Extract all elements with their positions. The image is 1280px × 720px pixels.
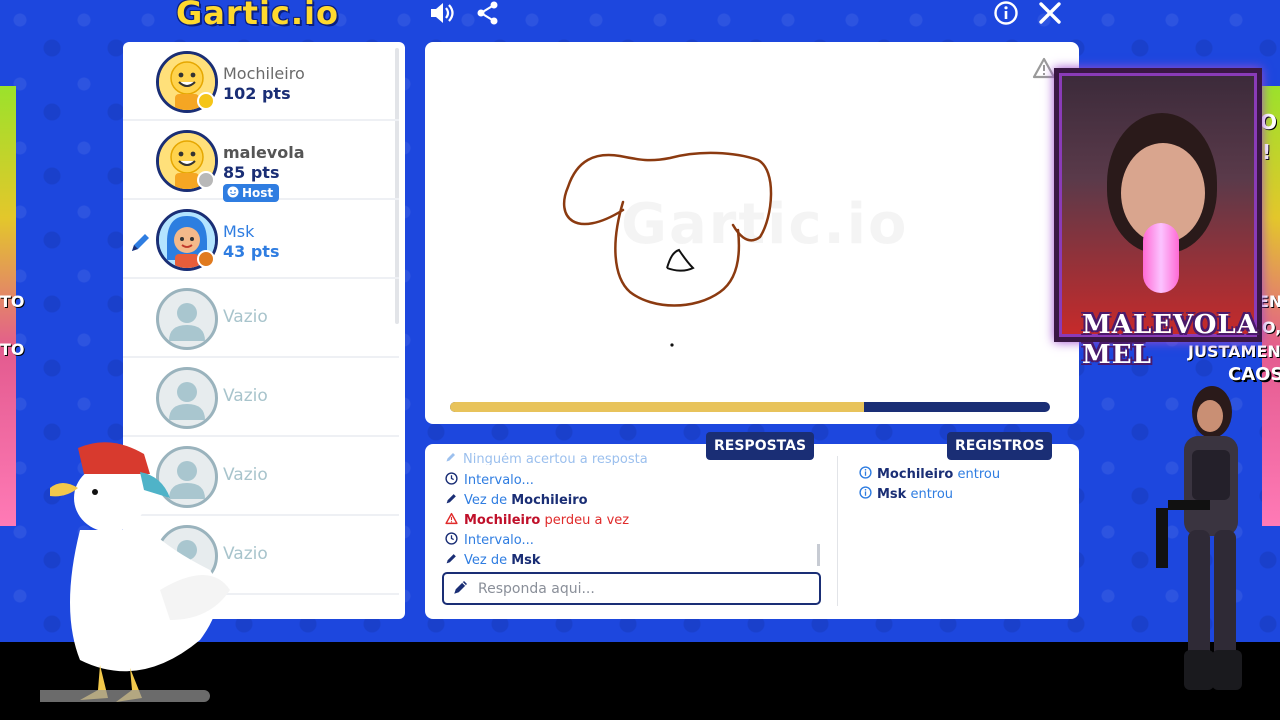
info-icon bbox=[859, 466, 872, 483]
left-promo-text-1: TO bbox=[0, 292, 25, 311]
pencil-icon bbox=[452, 578, 470, 600]
pencil-icon bbox=[445, 492, 458, 509]
answers-scrollbar[interactable] bbox=[817, 544, 820, 566]
turn-timer-fill bbox=[450, 402, 864, 412]
dog-drawing bbox=[562, 151, 773, 347]
log-line: Mochileiro entrou bbox=[859, 466, 1000, 483]
empty-slot: Vazio bbox=[123, 279, 399, 358]
clock-icon bbox=[445, 472, 458, 489]
drawing-pencil-icon bbox=[129, 230, 153, 258]
webcam-name-label: MALEVOLA MEL bbox=[1082, 310, 1258, 370]
answer-line: Mochileiro perdeu a vez bbox=[445, 512, 629, 529]
answer-line: Ninguém acertou a resposta bbox=[445, 453, 648, 465]
player-row[interactable]: Msk 43 pts bbox=[123, 200, 399, 279]
answer-line: Vez de Mochileiro bbox=[445, 492, 588, 509]
answer-text: Ninguém acertou a resposta bbox=[463, 453, 648, 465]
answer-text: Vez de bbox=[464, 553, 512, 568]
answer-text: Intervalo... bbox=[464, 473, 534, 488]
answer-line: Vez de Msk bbox=[445, 552, 541, 569]
info-icon bbox=[859, 486, 872, 503]
right-promo-text-top-1: O bbox=[1260, 110, 1278, 134]
gartic-logo: Gartic.io bbox=[176, 0, 339, 32]
close-icon[interactable] bbox=[1036, 0, 1064, 26]
host-face-icon bbox=[227, 186, 239, 201]
clock-icon bbox=[445, 532, 458, 549]
empty-slot: Vazio bbox=[123, 358, 399, 437]
answer-line: Intervalo... bbox=[445, 532, 534, 549]
empty-slot-label: Vazio bbox=[223, 386, 268, 406]
answer-player-name: Mochileiro bbox=[464, 513, 541, 528]
faded-pencil-icon bbox=[445, 453, 457, 465]
answer-line: Intervalo... bbox=[445, 472, 534, 489]
answer-text: Vez de bbox=[464, 493, 512, 508]
log-line: Msk entrou bbox=[859, 486, 953, 503]
answer-player-name: Mochileiro bbox=[511, 493, 588, 508]
drawing-canvas[interactable]: Gartic.io bbox=[425, 42, 1079, 424]
player-name: Mochileiro bbox=[223, 64, 305, 83]
answer-text: Intervalo... bbox=[464, 533, 534, 548]
left-promo-text-2: TO bbox=[0, 340, 25, 359]
player-name: malevola bbox=[223, 143, 305, 162]
right-promo-text-top-2: ! bbox=[1262, 140, 1272, 164]
log-player-name: Mochileiro bbox=[877, 467, 954, 482]
player-points: 102 pts bbox=[223, 84, 291, 103]
player-points: 85 pts bbox=[223, 163, 280, 182]
pencil-icon bbox=[445, 552, 458, 569]
sound-icon[interactable] bbox=[428, 0, 456, 26]
log-text: entrou bbox=[906, 487, 954, 502]
streamer-webcam bbox=[1054, 68, 1262, 342]
logs-heading: REGISTROS bbox=[947, 432, 1053, 460]
warning-icon bbox=[445, 512, 458, 529]
turn-timer-bar bbox=[450, 402, 1050, 412]
answer-input[interactable] bbox=[478, 580, 798, 597]
status-dot bbox=[197, 250, 215, 268]
character-overlay bbox=[1156, 386, 1242, 690]
answers-heading: RESPOSTAS bbox=[706, 432, 815, 460]
info-icon[interactable] bbox=[992, 0, 1020, 26]
log-player-name: Msk bbox=[877, 487, 907, 502]
empty-avatar-icon bbox=[156, 288, 218, 350]
chat-divider bbox=[837, 456, 838, 606]
player-row[interactable]: Mochileiro 102 pts bbox=[123, 42, 399, 121]
share-icon[interactable] bbox=[474, 0, 502, 26]
answer-text: perdeu a vez bbox=[540, 513, 630, 528]
answer-input-box[interactable] bbox=[442, 572, 821, 605]
player-name: Msk bbox=[223, 222, 255, 241]
empty-slot-label: Vazio bbox=[223, 307, 268, 327]
microphone-icon bbox=[1143, 223, 1179, 293]
log-text: entrou bbox=[953, 467, 1001, 482]
chat-panel: RESPOSTAS REGISTROS Ninguém acertou a re… bbox=[425, 432, 1079, 619]
host-label: Host bbox=[242, 186, 274, 200]
empty-avatar-icon bbox=[156, 367, 218, 429]
player-points: 43 pts bbox=[223, 242, 280, 261]
status-dot bbox=[197, 171, 215, 189]
player-row[interactable]: malevola 85 pts Host bbox=[123, 121, 399, 202]
answer-player-name: Msk bbox=[511, 553, 541, 568]
status-dot bbox=[197, 92, 215, 110]
duck-overlay bbox=[40, 442, 230, 702]
